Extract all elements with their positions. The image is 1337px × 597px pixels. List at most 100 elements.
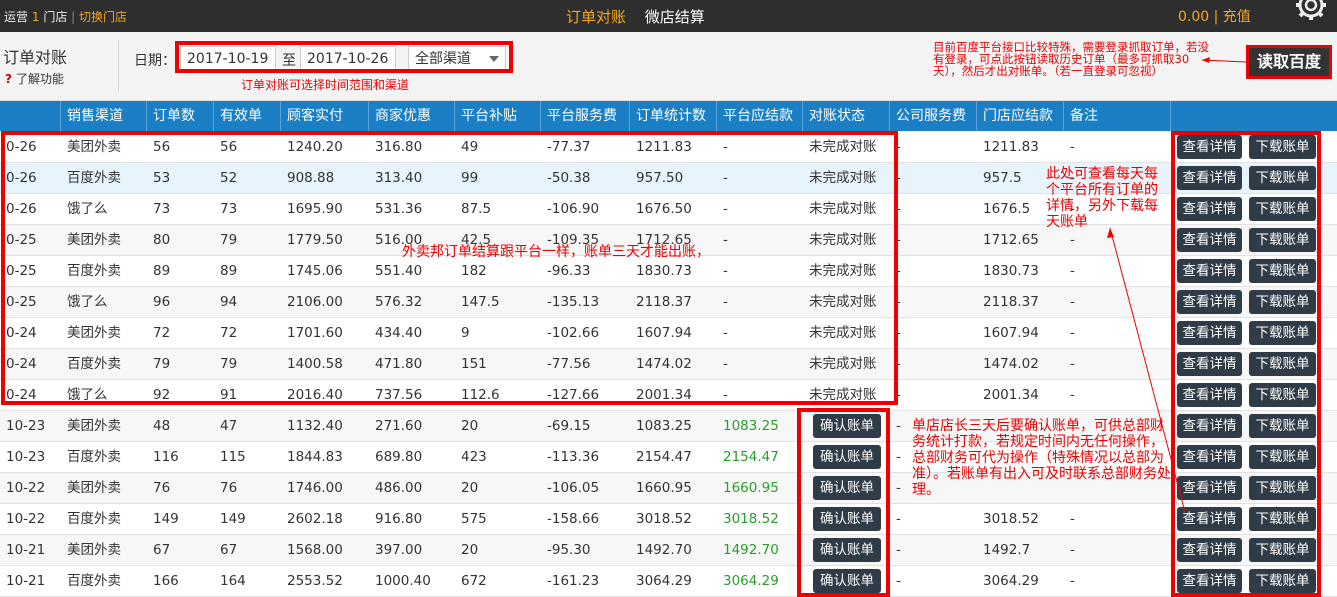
cell-orders: 72 [153,325,171,341]
confirm-bill-button[interactable]: 确认账单 [813,538,881,562]
cell-store-settle: 3018.52 [983,511,1039,527]
store-count: 1 [31,10,40,24]
cell-valid: 67 [220,542,238,558]
cell-valid: 79 [220,232,238,248]
download-bill-button[interactable]: 下载账单 [1249,569,1316,593]
cell-subsidy: 151 [461,356,487,372]
cell-company-fee: - [896,325,901,341]
download-bill-button[interactable]: 下载账单 [1249,135,1316,159]
cell-company-fee: - [896,232,901,248]
cell-settle: - [723,263,728,279]
cell-channel: 饿了么 [67,294,108,310]
confirm-bill-button[interactable]: 确认账单 [813,569,881,593]
header-subsidy: 平台补贴 [455,101,541,131]
cell-paid: 1779.50 [287,232,343,248]
cell-subsidy: 182 [461,263,487,279]
cell-settle: - [723,170,728,186]
cell-discount: 486.00 [375,480,423,496]
channel-select[interactable]: 全部渠道 [408,46,506,70]
cell-company-fee: - [896,573,901,589]
header-discount: 商家优惠 [369,101,455,131]
cell-orders: 149 [153,511,179,527]
cell-fee: -95.30 [547,542,591,558]
download-bill-button[interactable]: 下载账单 [1249,476,1316,500]
table-row: 0-26 美团外卖 56 56 1240.20 316.80 49 -77.37 1211.83… [0,132,1337,163]
download-bill-button[interactable]: 下载账单 [1249,290,1316,314]
download-bill-button[interactable]: 下载账单 [1249,352,1316,376]
nav-wechat-settle[interactable]: 微店结算 [645,8,705,26]
cell-subsidy: 87.5 [461,201,492,217]
cell-company-fee: - [896,356,901,372]
cell-store-settle: 1211.83 [983,139,1039,155]
download-bill-button[interactable]: 下载账单 [1249,259,1316,283]
download-bill-button[interactable]: 下载账单 [1249,414,1316,438]
cell-date: 0-25 [6,232,37,248]
confirm-bill-button[interactable]: 确认账单 [813,445,881,469]
header-orders: 订单数 [147,101,214,131]
download-bill-button[interactable]: 下载账单 [1249,197,1316,221]
store-suffix: 门店 [43,10,68,24]
cell-subsidy: 147.5 [461,294,500,310]
confirm-bill-button[interactable]: 确认账单 [813,476,881,500]
cell-subsidy: 575 [461,511,487,527]
nav-order-reconcile[interactable]: 订单对账 [566,8,626,26]
cell-date: 0-25 [6,294,37,310]
cell-subsidy: 20 [461,480,479,496]
annotation-arrow-detail [1107,227,1186,513]
cell-fee: -77.56 [547,356,591,372]
cell-orders: 53 [153,170,171,186]
view-detail-button[interactable]: 查看详情 [1177,135,1242,159]
date-to-input[interactable]: 2017-10-26 [300,46,396,70]
download-bill-button[interactable]: 下载账单 [1249,321,1316,345]
cell-discount: 551.40 [375,263,423,279]
cell-orders: 48 [153,418,171,434]
view-detail-button[interactable]: 查看详情 [1177,197,1242,221]
recharge-link[interactable]: 充值 [1223,9,1251,25]
cell-subsidy: 20 [461,418,479,434]
cell-date: 10-22 [6,480,46,496]
confirm-bill-button[interactable]: 确认账单 [813,414,881,438]
download-bill-button[interactable]: 下载账单 [1249,228,1316,252]
cell-status: 未完成对账 [809,325,877,341]
download-bill-button[interactable]: 下载账单 [1249,383,1316,407]
cell-valid: 164 [220,573,246,589]
read-baidu-button[interactable]: 读取百度 [1246,45,1332,79]
cell-status: 未完成对账 [809,232,877,248]
confirm-bill-button[interactable]: 确认账单 [813,507,881,531]
cell-channel: 美团外卖 [67,139,121,155]
cell-channel: 饿了么 [67,201,108,217]
cell-date: 0-24 [6,387,37,403]
cell-store-settle: 1492.7 [983,542,1031,558]
cell-status: 未完成对账 [809,139,877,155]
cell-date: 0-24 [6,356,37,372]
gear-icon[interactable] [1294,0,1328,22]
table-header: 销售渠道 订单数 有效单 顾客实付 商家优惠 平台补贴 平台服务费 订单统计数 … [0,101,1337,131]
page-title: 订单对账 [3,48,68,67]
cell-note: - [1070,542,1075,558]
view-detail-button[interactable]: 查看详情 [1177,538,1242,562]
cell-channel: 美团外卖 [67,325,121,341]
cell-paid: 1400.58 [287,356,343,372]
cell-paid: 1701.60 [287,325,343,341]
cell-discount: 576.32 [375,294,423,310]
learn-feature-link[interactable]: ? 了解功能 [5,70,64,87]
date-from-input[interactable]: 2017-10-19 [180,46,276,70]
download-bill-button[interactable]: 下载账单 [1249,445,1316,469]
view-detail-button[interactable]: 查看详情 [1177,569,1242,593]
cell-subsidy: 423 [461,449,487,465]
cell-store-settle: 1607.94 [983,325,1039,341]
download-bill-button[interactable]: 下载账单 [1249,166,1316,190]
cell-fee: -106.90 [547,201,600,217]
cell-channel: 美团外卖 [67,480,121,496]
cell-stat: 3064.29 [636,573,692,589]
header-stat: 订单统计数 [630,101,717,131]
download-bill-button[interactable]: 下载账单 [1249,507,1316,531]
view-detail-button[interactable]: 查看详情 [1177,166,1242,190]
cell-fee: -77.37 [547,139,591,155]
cell-store-settle: 1830.73 [983,263,1039,279]
download-bill-button[interactable]: 下载账单 [1249,538,1316,562]
cell-channel: 美团外卖 [67,542,121,558]
switch-store-link[interactable]: 切换门店 [79,10,127,24]
cell-stat: 957.50 [636,170,684,186]
header-paid: 顾客实付 [281,101,369,131]
